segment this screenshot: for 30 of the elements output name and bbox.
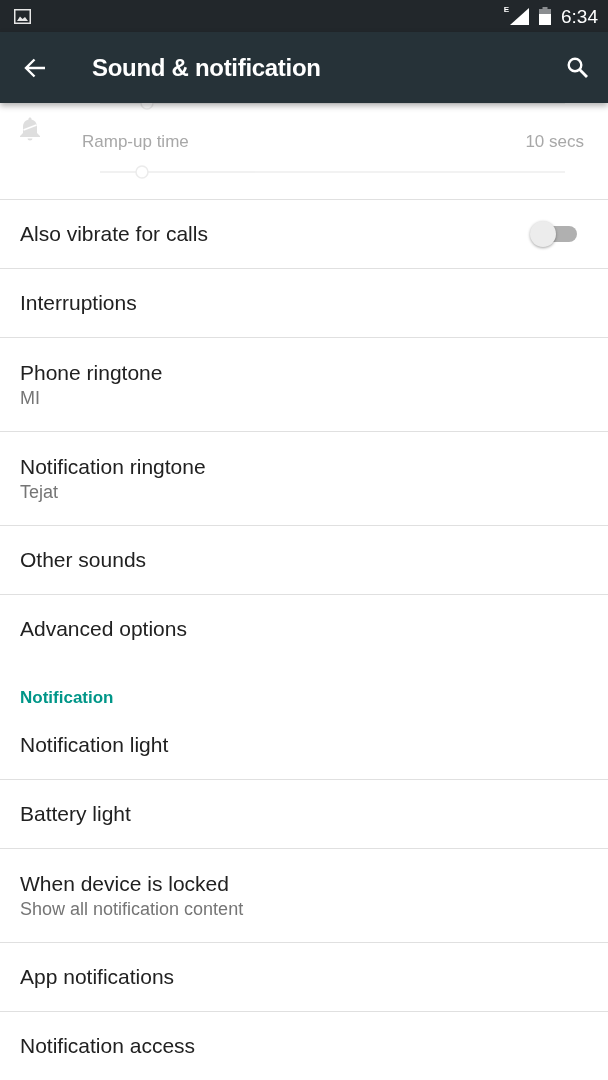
slider-track[interactable] xyxy=(100,103,565,111)
setting-summary: Show all notification content xyxy=(20,899,244,919)
image-notification-icon xyxy=(14,8,31,24)
back-arrow-icon xyxy=(24,57,46,78)
slider-value: 10 secs xyxy=(525,132,584,150)
bell-icon xyxy=(19,116,41,141)
setting-summary: Tejat xyxy=(20,482,59,502)
search-button[interactable] xyxy=(566,56,588,79)
setting-title[interactable]: Notification access xyxy=(20,1034,196,1058)
section-header: Notification xyxy=(20,689,115,707)
setting-title[interactable]: Battery light xyxy=(20,802,131,826)
setting-title[interactable]: Also vibrate for calls xyxy=(20,222,208,246)
clock-time: 6:34 xyxy=(561,6,598,26)
setting-title[interactable]: Interruptions xyxy=(20,291,137,315)
slider-label: Ramp-up time xyxy=(82,132,189,150)
search-icon xyxy=(566,57,588,78)
setting-title[interactable]: App notifications xyxy=(20,965,175,989)
setting-summary: MI xyxy=(20,388,40,408)
signal-icon xyxy=(510,7,529,25)
setting-title[interactable]: When device is locked xyxy=(20,872,229,896)
setting-title[interactable]: Notification light xyxy=(20,733,169,757)
slider-thumb-icon[interactable] xyxy=(139,103,154,111)
setting-title[interactable]: Phone ringtone xyxy=(20,361,163,385)
battery-icon xyxy=(539,7,551,25)
screen-title: Sound & notification xyxy=(92,55,321,80)
toggle-switch[interactable] xyxy=(530,221,577,247)
setting-title[interactable]: Notification ringtone xyxy=(20,455,206,479)
network-type-label: E xyxy=(503,6,509,14)
setting-title[interactable]: Advanced options xyxy=(20,617,187,641)
setting-title[interactable]: Other sounds xyxy=(20,548,147,572)
